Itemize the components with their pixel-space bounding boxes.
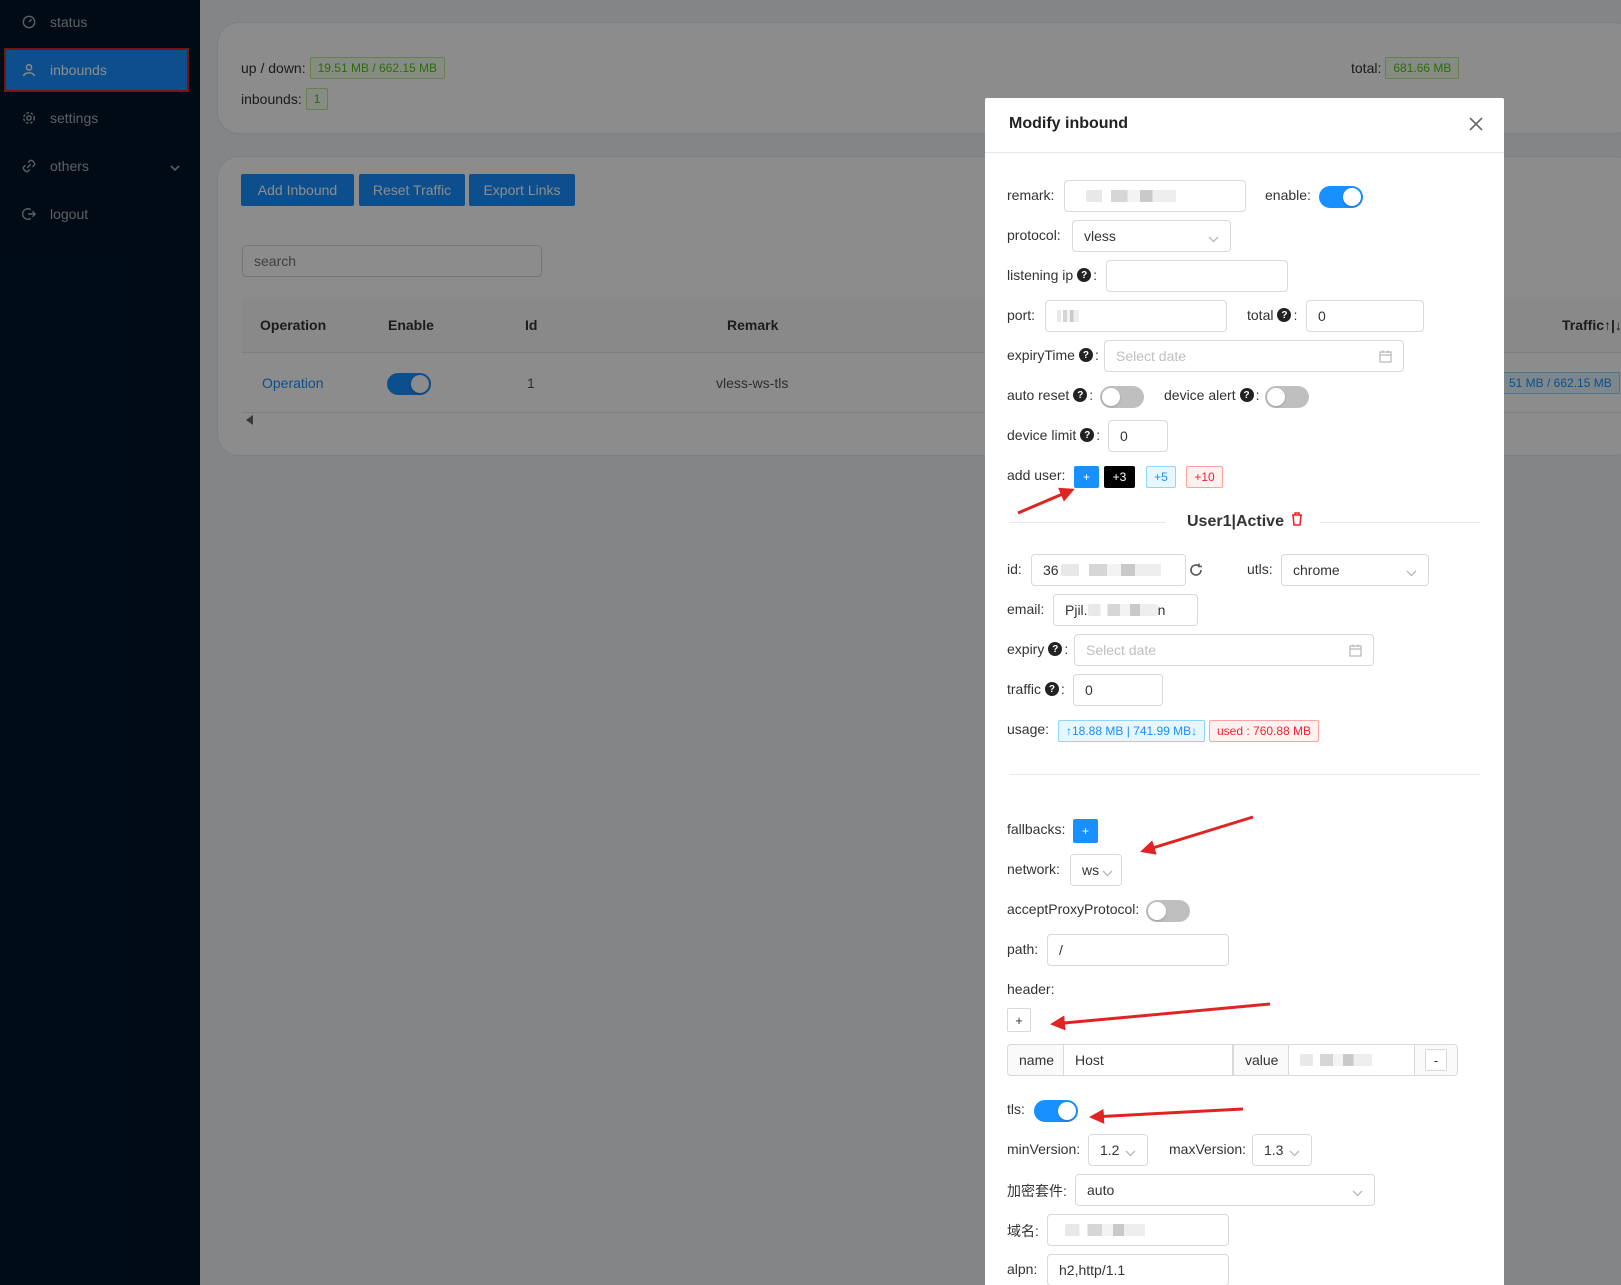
- chevron-down-icon: [1208, 232, 1219, 243]
- question-icon: ?: [1077, 268, 1092, 282]
- chevron-down-icon: [1289, 1146, 1300, 1157]
- accept-proxy-label: acceptProxyProtocol:: [1007, 901, 1140, 917]
- expiry-time-label: expiryTime?:: [1007, 347, 1099, 363]
- total-label: total?:: [1247, 307, 1298, 323]
- cipher-label: 加密套件:: [1007, 1183, 1067, 1199]
- header-remove-addon: -: [1414, 1044, 1458, 1076]
- device-alert-switch[interactable]: [1265, 386, 1309, 408]
- enable-label: enable:: [1265, 187, 1311, 203]
- email-label: email:: [1007, 601, 1045, 617]
- question-icon: ?: [1080, 428, 1095, 442]
- alpn-label: alpn:: [1007, 1261, 1038, 1277]
- expiry-time-picker[interactable]: Select date: [1104, 340, 1404, 372]
- device-limit-label: device limit?:: [1007, 427, 1101, 443]
- chevron-down-icon: [1352, 1186, 1363, 1197]
- path-input[interactable]: /: [1047, 934, 1229, 966]
- question-icon: ?: [1277, 308, 1292, 322]
- traffic-label: traffic?:: [1007, 681, 1065, 697]
- chevron-down-icon: [1125, 1146, 1136, 1157]
- add-3-users-button[interactable]: +3: [1104, 466, 1135, 488]
- modify-inbound-modal: Modify inbound remark: enable: protocol:…: [985, 98, 1504, 1285]
- add-user-label: add user:: [1007, 467, 1066, 483]
- traffic-input[interactable]: 0: [1073, 674, 1163, 706]
- question-icon: ?: [1044, 682, 1059, 696]
- modal-title: Modify inbound: [1009, 115, 1129, 132]
- max-version-select[interactable]: 1.3: [1252, 1134, 1312, 1166]
- tls-label: tls:: [1007, 1101, 1025, 1117]
- modal-header: Modify inbound: [985, 98, 1504, 153]
- id-label: id:: [1007, 561, 1022, 577]
- port-label: port:: [1007, 307, 1036, 323]
- close-icon[interactable]: [1468, 116, 1484, 132]
- add-fallback-button[interactable]: +: [1073, 819, 1098, 843]
- question-icon: ?: [1078, 348, 1093, 362]
- listening-ip-input[interactable]: [1106, 260, 1288, 292]
- calendar-icon: [1349, 644, 1362, 657]
- remove-header-button[interactable]: -: [1425, 1049, 1447, 1071]
- fallbacks-label: fallbacks:: [1007, 821, 1066, 837]
- trash-icon[interactable]: [1284, 512, 1304, 531]
- header-name-input[interactable]: Host: [1063, 1044, 1233, 1076]
- question-icon: ?: [1239, 388, 1254, 402]
- auto-reset-label: auto reset?:: [1007, 387, 1094, 403]
- network-label: network:: [1007, 861, 1060, 877]
- enable-switch[interactable]: [1319, 186, 1363, 208]
- tls-switch[interactable]: [1034, 1100, 1078, 1122]
- port-input[interactable]: [1045, 300, 1227, 332]
- device-limit-input[interactable]: 0: [1108, 420, 1168, 452]
- user-section-title: User1|Active: [1187, 512, 1304, 531]
- add-5-users-button[interactable]: +5: [1146, 466, 1176, 488]
- listening-ip-label: listening ip?:: [1007, 267, 1098, 283]
- header-value-addon: value: [1233, 1044, 1289, 1076]
- total-input[interactable]: 0: [1306, 300, 1424, 332]
- add-header-button[interactable]: +: [1007, 1008, 1031, 1032]
- min-version-select[interactable]: 1.2: [1088, 1134, 1148, 1166]
- add-user-button[interactable]: +: [1074, 466, 1099, 488]
- question-icon: ?: [1048, 642, 1063, 656]
- add-10-users-button[interactable]: +10: [1186, 466, 1223, 488]
- user-id-input[interactable]: 36: [1031, 554, 1186, 586]
- chevron-down-icon: [1406, 566, 1417, 577]
- device-alert-label: device alert?:: [1164, 387, 1260, 403]
- accept-proxy-switch[interactable]: [1146, 900, 1190, 922]
- usage-used-tag: used : 760.88 MB: [1209, 720, 1320, 742]
- utls-label: utls:: [1247, 561, 1273, 577]
- domain-input[interactable]: [1047, 1214, 1229, 1246]
- network-select[interactable]: ws: [1070, 854, 1122, 886]
- email-input[interactable]: Pjil. n: [1053, 594, 1198, 626]
- min-version-label: minVersion:: [1007, 1141, 1081, 1157]
- header-value-input[interactable]: [1288, 1044, 1415, 1076]
- remark-label: remark:: [1007, 187, 1055, 203]
- max-version-label: maxVersion:: [1169, 1141, 1247, 1157]
- header-label: header:: [1007, 981, 1055, 997]
- calendar-icon: [1379, 350, 1392, 363]
- chevron-down-icon: [1102, 866, 1113, 877]
- reload-icon[interactable]: [1189, 563, 1203, 580]
- user-expiry-label: expiry?:: [1007, 641, 1069, 657]
- user-expiry-picker[interactable]: Select date: [1074, 634, 1374, 666]
- path-label: path:: [1007, 941, 1039, 957]
- remark-input[interactable]: [1064, 180, 1246, 212]
- utls-select[interactable]: chrome: [1281, 554, 1429, 586]
- usage-label: usage:: [1007, 721, 1050, 737]
- usage-updown-tag: ↑18.88 MB | 741.99 MB↓: [1058, 720, 1206, 742]
- protocol-label: protocol:: [1007, 227, 1061, 243]
- alpn-input[interactable]: h2,http/1.1: [1047, 1254, 1229, 1285]
- auto-reset-switch[interactable]: [1100, 386, 1144, 408]
- cipher-select[interactable]: auto: [1075, 1174, 1375, 1206]
- header-name-addon: name: [1007, 1044, 1064, 1076]
- protocol-select[interactable]: vless: [1072, 220, 1231, 252]
- question-icon: ?: [1073, 388, 1088, 402]
- domain-label: 域名:: [1007, 1223, 1039, 1239]
